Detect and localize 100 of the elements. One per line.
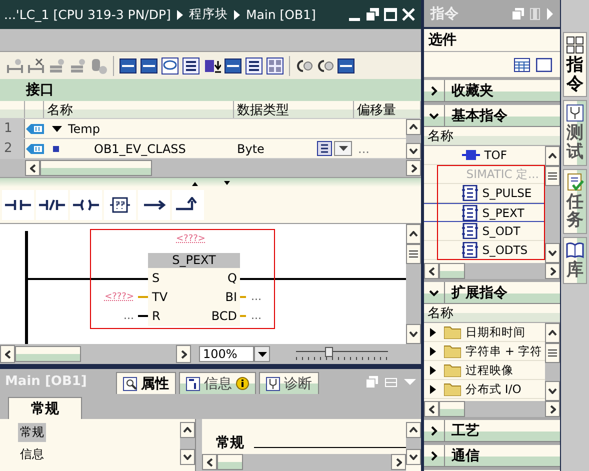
- operand-field[interactable]: ...: [70, 308, 134, 324]
- scroll-up-button[interactable]: [406, 119, 422, 135]
- maximize-icon[interactable]: [384, 8, 398, 21]
- instruction-item[interactable]: 过程映像: [424, 361, 546, 380]
- side-tab[interactable]: 测试: [563, 100, 588, 166]
- column-header[interactable]: 数据类型: [234, 101, 354, 118]
- instruction-item[interactable]: 字符串 + 字符: [424, 342, 546, 361]
- scroll-up-button[interactable]: [180, 422, 195, 438]
- instruction-item[interactable]: 日期和时间: [424, 323, 546, 342]
- palette-section-header[interactable]: 基本指令: [424, 105, 560, 127]
- scroll-up-button[interactable]: [406, 224, 422, 244]
- side-tab[interactable]: 库: [563, 237, 588, 284]
- breadcrumb-item[interactable]: ...'LC_1 [CPU 319-3 PN/DP]: [4, 7, 171, 22]
- window-icon[interactable]: [337, 56, 355, 74]
- expand-arrow-icon[interactable]: [430, 366, 436, 374]
- scroll-left-button[interactable]: [0, 345, 15, 363]
- block-title: S_PEXT: [148, 253, 240, 268]
- scroll-down-button[interactable]: [180, 449, 195, 465]
- column-header[interactable]: 名称: [427, 127, 454, 145]
- window-icon[interactable]: [224, 56, 242, 74]
- list-icon[interactable]: [182, 56, 200, 74]
- zoom-slider[interactable]: [296, 346, 388, 362]
- expand-arrow-icon[interactable]: [430, 328, 436, 336]
- list-icon[interactable]: [317, 141, 332, 156]
- window-view-icon[interactable]: [536, 58, 552, 72]
- instruction-item[interactable]: 分布式 I/O: [424, 380, 546, 399]
- scroll-right-button[interactable]: [176, 345, 191, 363]
- window-icon[interactable]: [119, 56, 137, 74]
- scroll-down-button[interactable]: [545, 243, 560, 263]
- expand-arrow-icon[interactable]: [430, 384, 436, 394]
- comment-icon[interactable]: [161, 56, 179, 74]
- scrollbar-thumb[interactable]: [217, 454, 243, 470]
- scroll-right-button[interactable]: [545, 401, 560, 417]
- dropdown-button[interactable]: [334, 141, 352, 156]
- delete-network-icon[interactable]: [27, 56, 45, 74]
- scroll-left-button[interactable]: [202, 454, 217, 470]
- chevron-down-icon: [548, 388, 558, 394]
- branch-close-button[interactable]: [172, 190, 204, 220]
- scrollbar-thumb[interactable]: [439, 263, 466, 279]
- side-tab[interactable]: 任务: [563, 168, 588, 234]
- palette-section-header[interactable]: 收藏夹: [424, 80, 560, 102]
- inspector-tab[interactable]: 诊断: [259, 372, 319, 394]
- column-header[interactable]: 名称: [427, 304, 454, 322]
- scroll-up-button[interactable]: [406, 422, 422, 438]
- expand-arrow-icon[interactable]: [52, 124, 62, 132]
- scroll-down-button[interactable]: [406, 324, 422, 344]
- scrollbar-thumb[interactable]: [40, 160, 152, 176]
- close-icon[interactable]: [402, 8, 416, 21]
- negated-contact-button[interactable]: [36, 190, 68, 220]
- side-tab[interactable]: 指令: [563, 32, 588, 98]
- empty-box-button[interactable]: [104, 190, 136, 220]
- scrollbar-thumb[interactable]: [545, 166, 560, 186]
- scroll-left-button[interactable]: [25, 160, 40, 176]
- scrollbar-thumb[interactable]: [545, 343, 560, 363]
- dropdown-button[interactable]: [254, 346, 270, 362]
- table-cell: ...: [358, 142, 370, 156]
- scroll-down-button[interactable]: [545, 381, 560, 401]
- table-cell[interactable]: OB1_EV_CLASS: [94, 142, 186, 156]
- properties-tab[interactable]: 常规: [8, 397, 82, 419]
- scroll-left-button[interactable]: [424, 263, 440, 279]
- nav-item[interactable]: 信息: [18, 445, 46, 464]
- scroll-down-button[interactable]: [406, 143, 422, 159]
- restore-icon[interactable]: [366, 8, 380, 21]
- table-view-icon[interactable]: [514, 58, 530, 72]
- chevron-left-icon: [428, 404, 435, 414]
- expand-arrow-icon[interactable]: [430, 346, 436, 356]
- operand-field[interactable]: ...: [251, 308, 262, 324]
- scroll-right-button[interactable]: [391, 454, 406, 470]
- chevron-up-icon: [409, 124, 418, 130]
- breadcrumb-item[interactable]: 程序块: [188, 6, 228, 23]
- scroll-left-button[interactable]: [424, 401, 440, 417]
- inspector-tab[interactable]: 信息: [179, 372, 256, 394]
- column-header[interactable]: 偏移量: [354, 101, 422, 118]
- scroll-right-button[interactable]: [406, 160, 422, 176]
- scroll-up-button[interactable]: [545, 323, 560, 343]
- scroll-down-button[interactable]: [406, 449, 422, 465]
- scrollbar-thumb[interactable]: [439, 401, 466, 417]
- breadcrumb-item[interactable]: Main [OB1]: [246, 7, 316, 22]
- zoom-field[interactable]: 100%: [199, 346, 254, 362]
- coil-button[interactable]: [70, 190, 102, 220]
- palette-section-header[interactable]: 工艺: [424, 420, 560, 442]
- grid-icon[interactable]: [266, 56, 284, 74]
- chevron-left-icon: [30, 164, 36, 172]
- branch-open-button[interactable]: [138, 190, 170, 220]
- operand-field[interactable]: ...: [251, 289, 262, 305]
- insert-network-icon[interactable]: [6, 56, 24, 74]
- palette-section-header[interactable]: 通信: [424, 445, 560, 467]
- inspector-tab[interactable]: 属性: [116, 372, 176, 394]
- window-icon[interactable]: [140, 56, 158, 74]
- list-icon[interactable]: [245, 56, 263, 74]
- scrollbar-thumb[interactable]: [406, 244, 422, 264]
- slider-thumb[interactable]: [325, 347, 334, 357]
- column-header[interactable]: 名称: [44, 101, 234, 118]
- scroll-up-button[interactable]: [545, 146, 560, 166]
- block-icon: [462, 204, 478, 220]
- contact-button[interactable]: [2, 190, 34, 220]
- nav-item[interactable]: 常规: [18, 423, 46, 442]
- scroll-right-button[interactable]: [545, 263, 560, 279]
- scrollbar-thumb[interactable]: [15, 346, 81, 362]
- palette-section-header[interactable]: 扩展指令: [424, 282, 560, 304]
